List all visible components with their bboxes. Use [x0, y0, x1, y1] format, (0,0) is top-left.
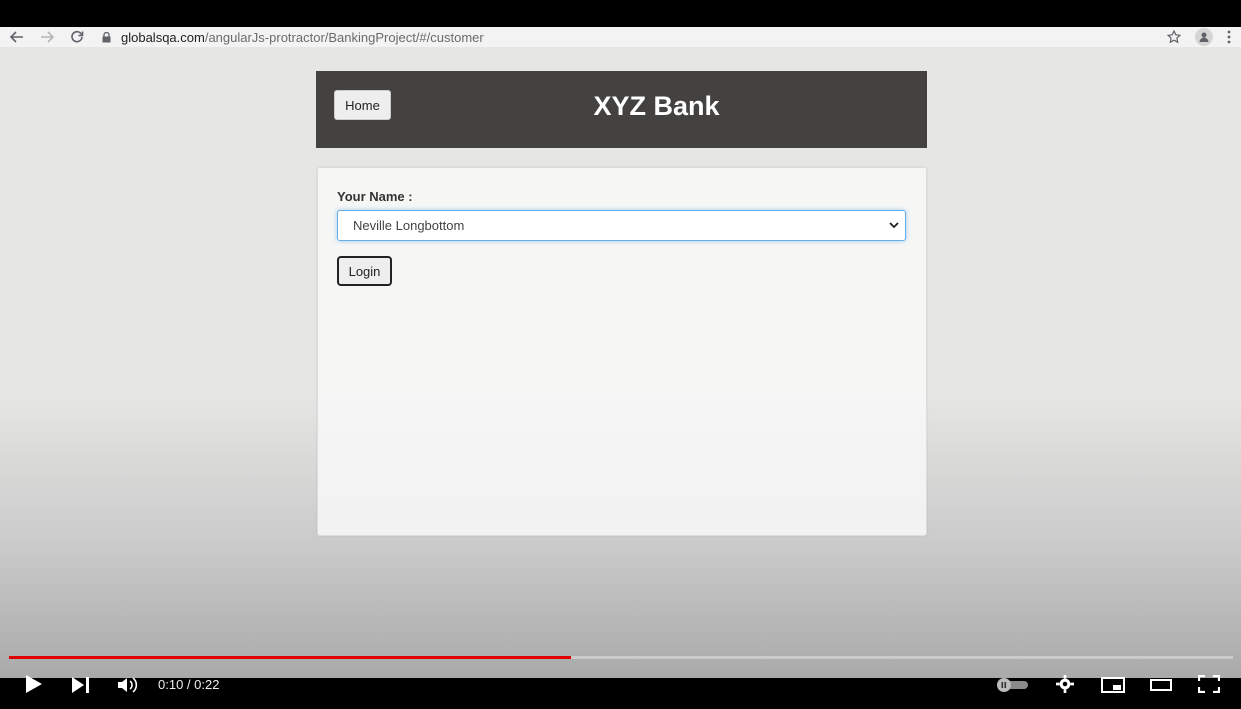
customer-login-panel: Your Name : Neville Longbottom Login — [317, 167, 927, 536]
page-viewport: Home XYZ Bank Your Name : Neville Longbo… — [0, 47, 1241, 678]
reload-icon[interactable] — [66, 27, 88, 47]
selected-customer-name: Neville Longbottom — [353, 218, 465, 233]
theater-mode-icon[interactable] — [1150, 678, 1172, 692]
miniplayer-icon[interactable] — [1101, 676, 1125, 693]
browser-toolbar: globalsqa.com/angularJs-protractor/Banki… — [0, 27, 1241, 47]
top-letterbox — [0, 0, 1241, 27]
back-arrow-icon[interactable] — [6, 27, 28, 47]
autoplay-toggle-icon[interactable] — [996, 678, 1029, 692]
play-icon[interactable] — [24, 675, 42, 693]
next-track-icon[interactable] — [72, 676, 90, 693]
settings-gear-icon[interactable] — [1055, 675, 1075, 693]
chevron-down-icon — [889, 222, 899, 229]
address-bar[interactable]: globalsqa.com/angularJs-protractor/Banki… — [102, 30, 484, 45]
bank-header: Home XYZ Bank — [316, 71, 927, 148]
video-progress-bar[interactable] — [9, 656, 1233, 659]
profile-avatar-icon[interactable] — [1195, 28, 1213, 46]
customer-name-select[interactable]: Neville Longbottom — [337, 210, 906, 241]
url-host: globalsqa.com — [121, 29, 205, 45]
login-button[interactable]: Login — [337, 256, 392, 286]
your-name-label: Your Name : — [337, 189, 413, 204]
bank-title: XYZ Bank — [593, 91, 720, 121]
url-path: /angularJs-protractor/BankingProject/#/c… — [204, 29, 484, 45]
volume-icon[interactable] — [118, 676, 138, 693]
kebab-menu-icon[interactable] — [1227, 30, 1231, 44]
forward-arrow-icon[interactable] — [36, 27, 58, 47]
lock-icon — [102, 31, 111, 43]
video-controls: 0:10 / 0:22 — [0, 675, 1241, 709]
video-progress-played — [9, 656, 571, 659]
bookmark-star-icon[interactable] — [1167, 30, 1181, 44]
fullscreen-icon[interactable] — [1198, 675, 1220, 693]
video-time-display: 0:10 / 0:22 — [158, 677, 220, 692]
